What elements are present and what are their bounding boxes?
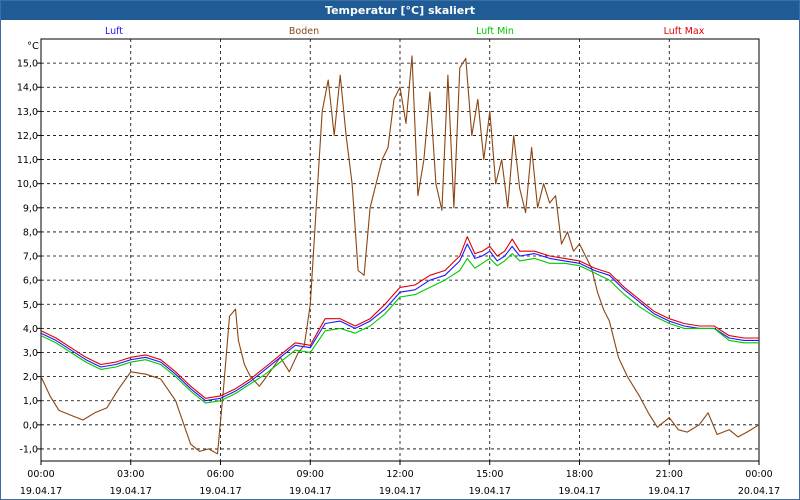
y-tick-label: 7,0 bbox=[23, 252, 38, 263]
x-tick-time-label: 06:00 bbox=[207, 469, 234, 480]
x-tick-time-label: 09:00 bbox=[297, 469, 324, 480]
x-tick-time-label: 00:00 bbox=[745, 469, 772, 480]
y-tick-label: 15,0 bbox=[17, 59, 38, 70]
app-window: Temperatur [°C] skaliert -1,0 0,0 1,0 2,0 3,… bbox=[0, 0, 800, 500]
legend-entry: Luft bbox=[105, 26, 123, 37]
y-tick-label: 12,0 bbox=[17, 131, 38, 142]
x-tick-date-label: 19.04.17 bbox=[20, 486, 62, 497]
y-tick-label: 2,0 bbox=[23, 372, 38, 383]
x-tick-time-label: 15:00 bbox=[476, 469, 503, 480]
y-tick-label: 3,0 bbox=[23, 348, 38, 359]
x-tick-date-label: 19.04.17 bbox=[648, 486, 690, 497]
y-tick-label: 1,0 bbox=[23, 396, 38, 407]
y-tick-label: 4,0 bbox=[23, 324, 38, 335]
x-tick-time-label: 00:00 bbox=[27, 469, 54, 480]
y-tick-label: 8,0 bbox=[23, 227, 38, 238]
x-tick-time-label: 12:00 bbox=[386, 469, 413, 480]
x-tick-date-label: 20.04.17 bbox=[738, 486, 780, 497]
legend-entry: Boden bbox=[289, 26, 319, 37]
temperature-chart: -1,0 0,0 1,0 2,0 3,0 4,0 5,0 6,0 7,0 8,0 9,0 10,0 11… bbox=[17, 26, 780, 497]
x-tick-time-label: 21:00 bbox=[656, 469, 683, 480]
x-tick-date-label: 19.04.17 bbox=[469, 486, 511, 497]
x-tick-date-label: 19.04.17 bbox=[558, 486, 600, 497]
legend-entry: Luft Min bbox=[476, 26, 514, 37]
y-tick-label: 11,0 bbox=[17, 155, 38, 166]
y-tick-label: 13,0 bbox=[17, 107, 38, 118]
legend-entry: Luft Max bbox=[664, 26, 705, 37]
x-tick-date-label: 19.04.17 bbox=[289, 486, 331, 497]
x-tick-time-label: 18:00 bbox=[566, 469, 593, 480]
y-tick-label: 14,0 bbox=[17, 83, 38, 94]
x-tick-date-label: 19.04.17 bbox=[110, 486, 152, 497]
y-tick-label: 9,0 bbox=[23, 203, 38, 214]
x-tick-date-label: 19.04.17 bbox=[199, 486, 241, 497]
y-tick-label: -1,0 bbox=[19, 444, 38, 455]
x-tick-date-label: 19.04.17 bbox=[379, 486, 421, 497]
y-tick-label: 6,0 bbox=[23, 276, 38, 287]
y-tick-label: 5,0 bbox=[23, 300, 38, 311]
y-tick-label: 10,0 bbox=[17, 179, 38, 190]
y-axis-unit: °C bbox=[27, 41, 39, 52]
x-tick-time-label: 03:00 bbox=[117, 469, 144, 480]
y-tick-label: 0,0 bbox=[23, 420, 38, 431]
window-title: Temperatur [°C] skaliert bbox=[1, 1, 799, 20]
